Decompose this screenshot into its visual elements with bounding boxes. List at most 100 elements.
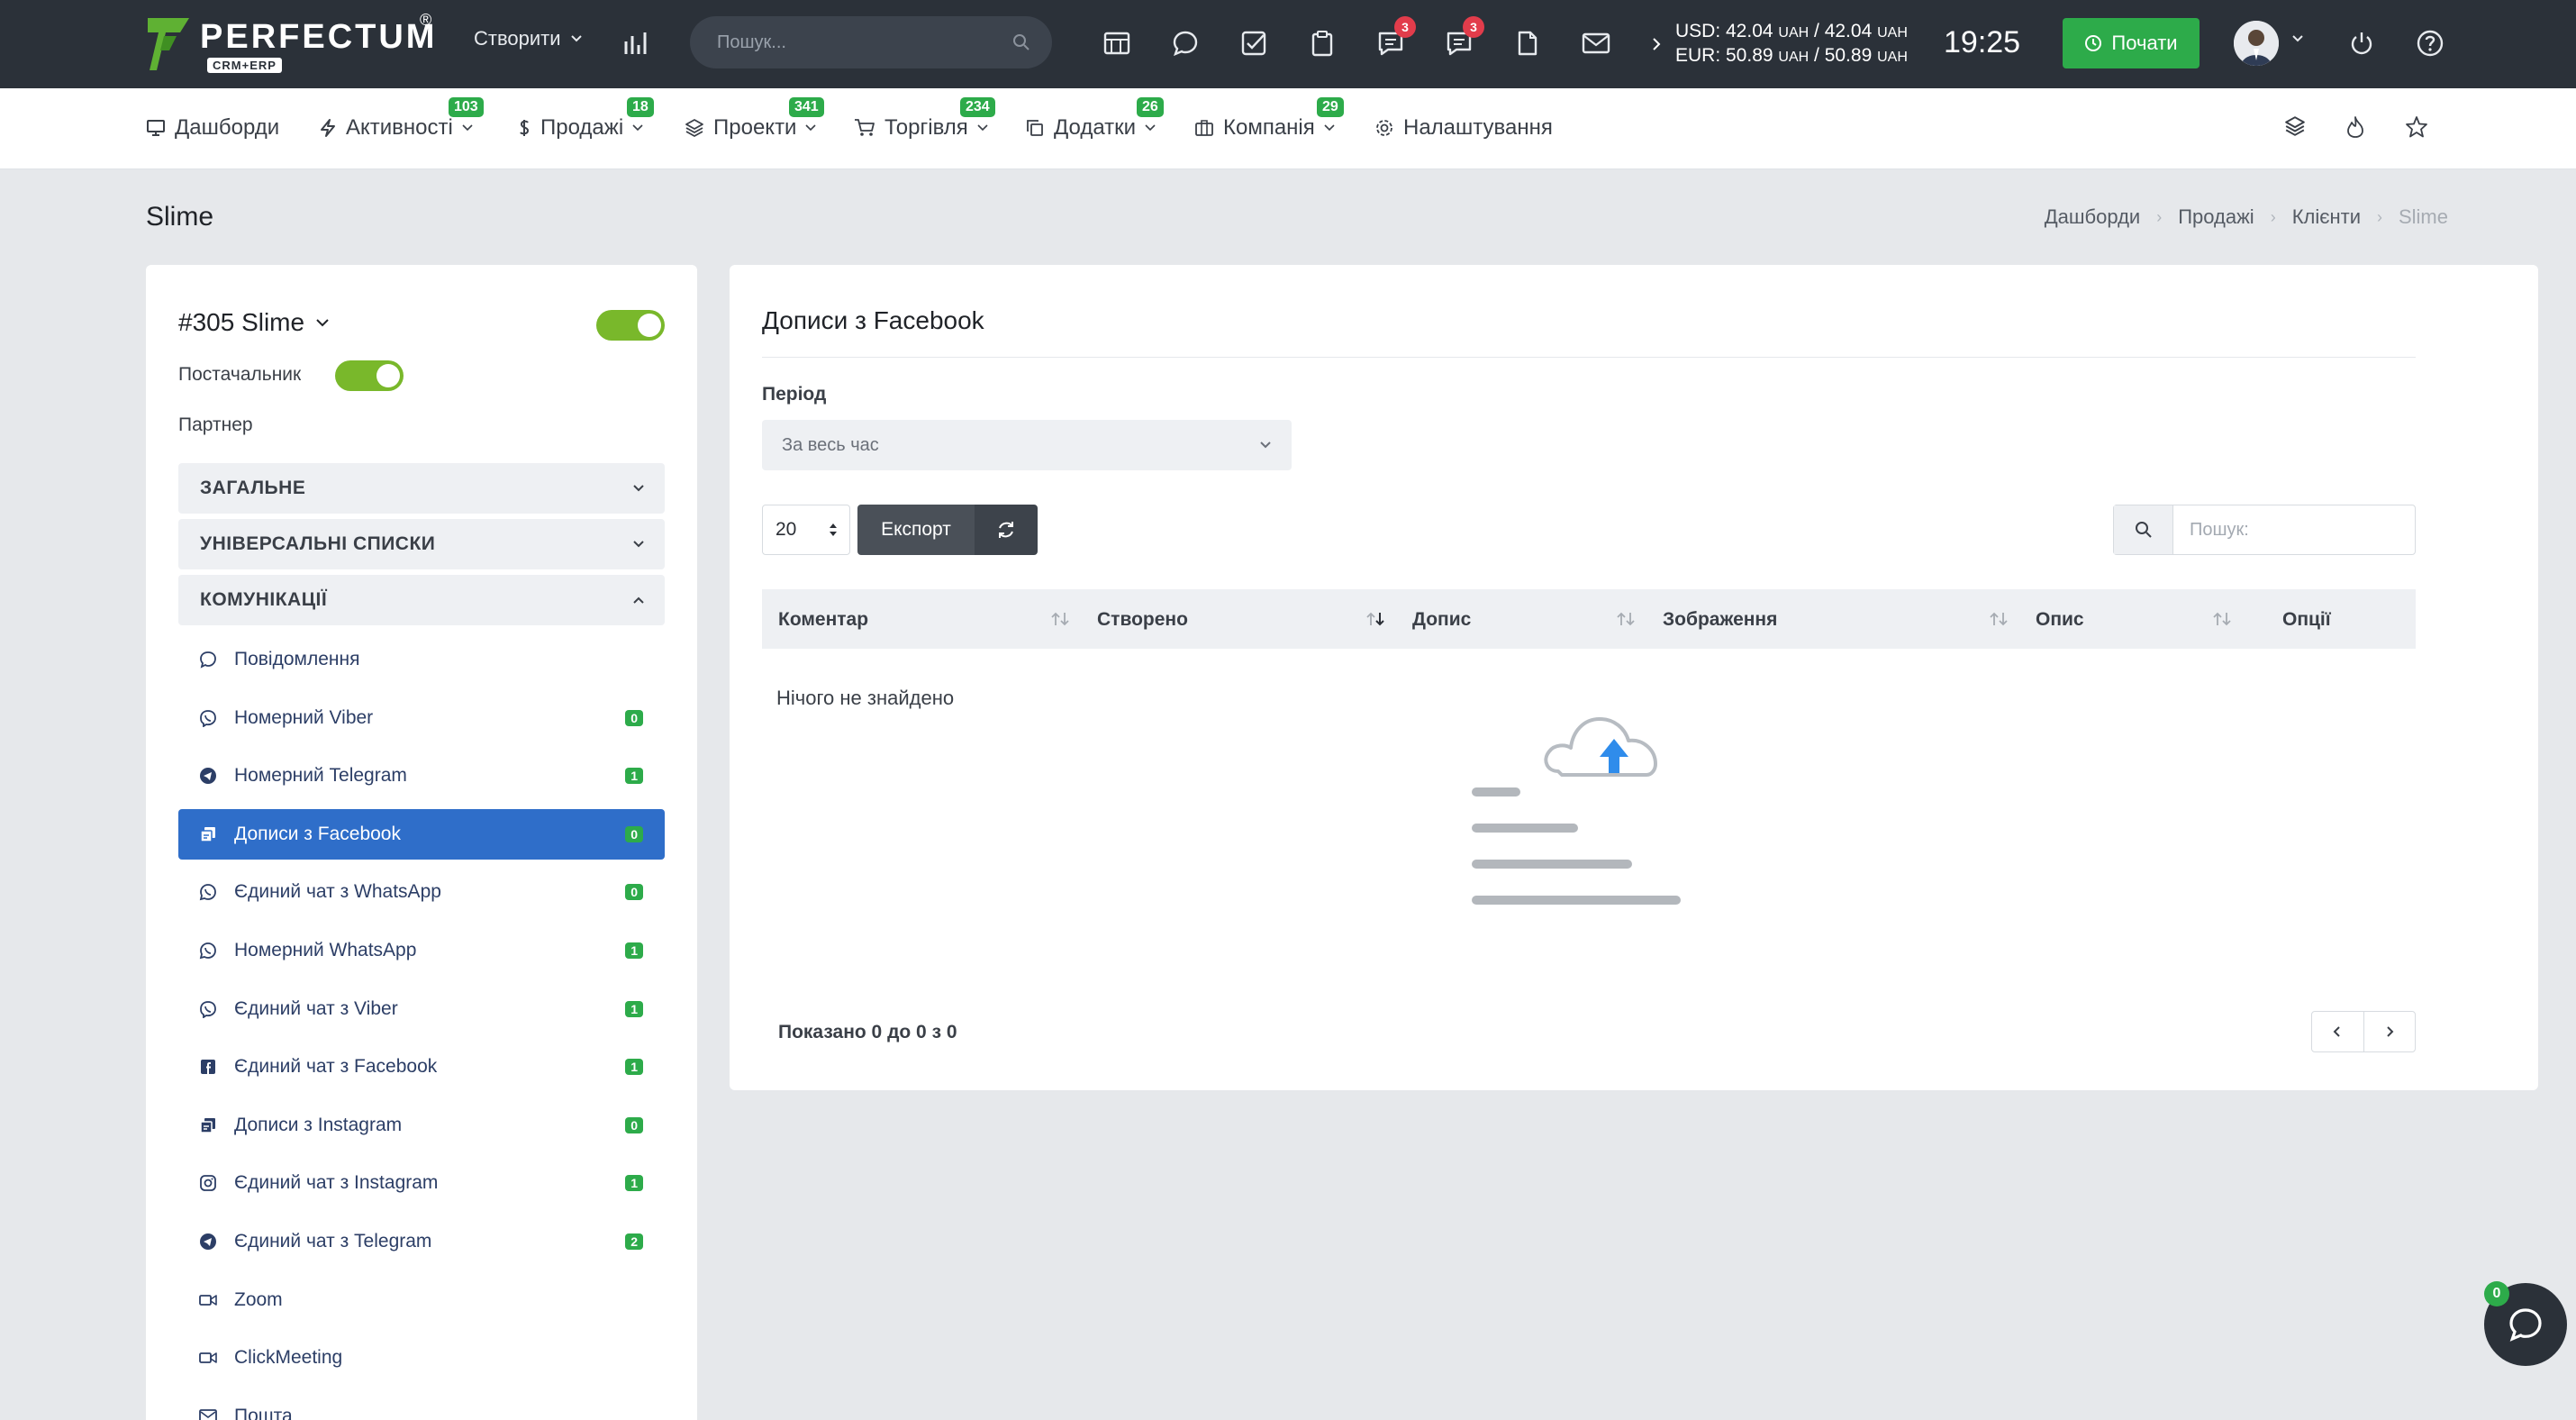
nav-item-sales[interactable]: Продажі 18 — [517, 97, 654, 141]
menu-item-mail[interactable]: Пошта — [178, 1391, 665, 1420]
menu-item-viber[interactable]: Номерний Viber 0 — [178, 693, 665, 743]
client-active-toggle[interactable] — [596, 310, 665, 341]
comments-button[interactable]: 3 — [1443, 16, 1484, 59]
nav-item-trade[interactable]: Торгівля 234 — [854, 97, 995, 141]
nav-item-company[interactable]: Компанія 29 — [1194, 97, 1344, 141]
nav-label: Активності — [346, 115, 453, 140]
main-nav: Дашборди Активності 103 Продажі 18 Проек… — [0, 88, 2576, 169]
breadcrumb-current: Slime — [2398, 205, 2448, 228]
sort-desc-icon[interactable] — [1365, 611, 1385, 627]
sort-icon[interactable] — [1616, 611, 1636, 627]
hot-button[interactable] — [2345, 115, 2365, 139]
table-search[interactable]: Пошук: — [2113, 505, 2416, 555]
menu-item-chat[interactable]: Повідомлення — [178, 634, 665, 685]
chat-button[interactable] — [1169, 27, 1202, 59]
column-header-image[interactable]: Зображення — [1663, 609, 1777, 631]
column-header-created[interactable]: Створено — [1097, 609, 1188, 631]
sort-icon[interactable] — [2212, 611, 2232, 627]
menu-item-telegram[interactable]: Єдиний чат з Telegram 2 — [178, 1216, 665, 1267]
menu-item-label: Пошта — [234, 1406, 293, 1420]
calendar-button[interactable] — [1101, 27, 1133, 59]
previous-page-button[interactable] — [2312, 1012, 2363, 1051]
menu-item-posts[interactable]: Дописи з Instagram 0 — [178, 1100, 665, 1151]
chevron-down-icon[interactable] — [2291, 34, 2304, 43]
breadcrumb-item[interactable]: Клієнти — [2292, 205, 2361, 229]
tasks-button[interactable] — [1238, 27, 1270, 59]
logo-subtitle: CRM+ERP — [207, 58, 282, 73]
menu-item-viber[interactable]: Єдиний чат з Viber 1 — [178, 984, 665, 1034]
section-universal-lists[interactable]: УНІВЕРСАЛЬНІ СПИСКИ — [178, 519, 665, 569]
breadcrumb-separator: › — [2376, 207, 2382, 226]
count-badge: 0 — [625, 1117, 643, 1133]
search-icon — [2114, 505, 2173, 554]
menu-item-facebook[interactable]: Єдиний чат з Facebook 1 — [178, 1042, 665, 1092]
cart-icon — [855, 119, 875, 136]
chat-icon — [198, 650, 218, 669]
divider — [762, 357, 2416, 358]
reports-button[interactable] — [621, 29, 650, 58]
menu-item-video[interactable]: ClickMeeting — [178, 1333, 665, 1383]
star-icon — [2406, 116, 2427, 138]
menu-item-posts[interactable]: Дописи з Facebook 0 — [178, 809, 665, 860]
sort-icon[interactable] — [1050, 611, 1070, 627]
chevron-down-icon — [633, 485, 644, 492]
start-timer-button[interactable]: Почати — [2063, 18, 2200, 68]
chevron-left-icon — [2333, 1026, 2340, 1037]
chevron-down-icon — [633, 541, 644, 548]
page-size-select[interactable]: 20 — [762, 505, 850, 555]
table-search-input[interactable]: Пошук: — [2173, 505, 2415, 554]
menu-item-label: Номерний Telegram — [234, 765, 407, 786]
nav-item-settings[interactable]: Налаштування — [1374, 115, 1553, 141]
nav-badge: 29 — [1317, 97, 1344, 117]
registered-mark: ® — [420, 11, 432, 29]
menu-item-whatsapp[interactable]: Єдиний чат з WhatsApp 0 — [178, 867, 665, 917]
logo[interactable]: PERFECTUM CRM+ERP ® — [144, 11, 438, 76]
clipboard-button[interactable] — [1306, 27, 1338, 59]
global-search-input[interactable]: Пошук... — [690, 16, 1052, 68]
user-avatar[interactable] — [2234, 21, 2279, 66]
section-general[interactable]: ЗАГАЛЬНЕ — [178, 463, 665, 514]
breadcrumb-item[interactable]: Дашборди — [2045, 205, 2140, 229]
help-button[interactable] — [2414, 27, 2446, 59]
menu-item-whatsapp[interactable]: Номерний WhatsApp 1 — [178, 925, 665, 976]
menu-item-instagram[interactable]: Єдиний чат з Instagram 1 — [178, 1158, 665, 1208]
nav-item-activities[interactable]: Активності 103 — [319, 97, 484, 141]
nav-badge: 103 — [449, 97, 484, 117]
whatsapp-icon — [198, 941, 218, 960]
breadcrumb-item[interactable]: Продажі — [2178, 205, 2254, 229]
chat-bubble-icon — [1173, 31, 1198, 57]
chevron-down-icon — [316, 319, 329, 327]
next-page-button[interactable] — [2363, 1012, 2416, 1051]
eur-rate: EUR: 50.89 UAH / 50.89 UAH — [1675, 45, 1908, 66]
nav-item-dashboards[interactable]: Дашборди — [146, 115, 279, 141]
nav-item-addons[interactable]: Додатки 26 — [1025, 97, 1164, 141]
favorites-button[interactable] — [2405, 115, 2428, 139]
documents-button[interactable] — [1511, 27, 1544, 59]
export-button[interactable]: Експорт — [857, 505, 975, 555]
layers-button[interactable] — [2284, 115, 2306, 137]
mail-button[interactable] — [1580, 27, 1612, 59]
logo-mark-icon — [148, 18, 189, 70]
period-select[interactable]: За весь час — [762, 420, 1292, 470]
logo-text: PERFECTUM — [200, 17, 438, 56]
sort-icon[interactable] — [1989, 611, 2009, 627]
client-name-dropdown[interactable]: #305 Slime — [178, 308, 330, 337]
section-communications[interactable]: КОМУНІКАЦІЇ — [178, 575, 665, 625]
chevron-right-icon[interactable] — [1652, 37, 1661, 51]
document-icon — [1518, 31, 1537, 56]
whatsapp-icon — [198, 882, 218, 902]
create-dropdown[interactable]: Створити — [474, 27, 583, 50]
nav-badge: 26 — [1137, 97, 1164, 117]
menu-item-telegram[interactable]: Номерний Telegram 1 — [178, 751, 665, 801]
column-header-description[interactable]: Опис — [2036, 609, 2084, 631]
column-header-comment[interactable]: Коментар — [778, 609, 868, 631]
refresh-button[interactable] — [975, 505, 1038, 555]
menu-item-video[interactable]: Zoom — [178, 1275, 665, 1325]
nav-item-projects[interactable]: Проекти 341 — [685, 97, 824, 141]
chevron-down-icon — [570, 35, 582, 42]
messages-button[interactable]: 3 — [1374, 16, 1416, 59]
copy-icon — [1027, 120, 1043, 136]
column-header-post[interactable]: Допис — [1412, 609, 1471, 631]
supplier-toggle[interactable] — [335, 360, 404, 391]
logout-button[interactable] — [2345, 27, 2378, 59]
